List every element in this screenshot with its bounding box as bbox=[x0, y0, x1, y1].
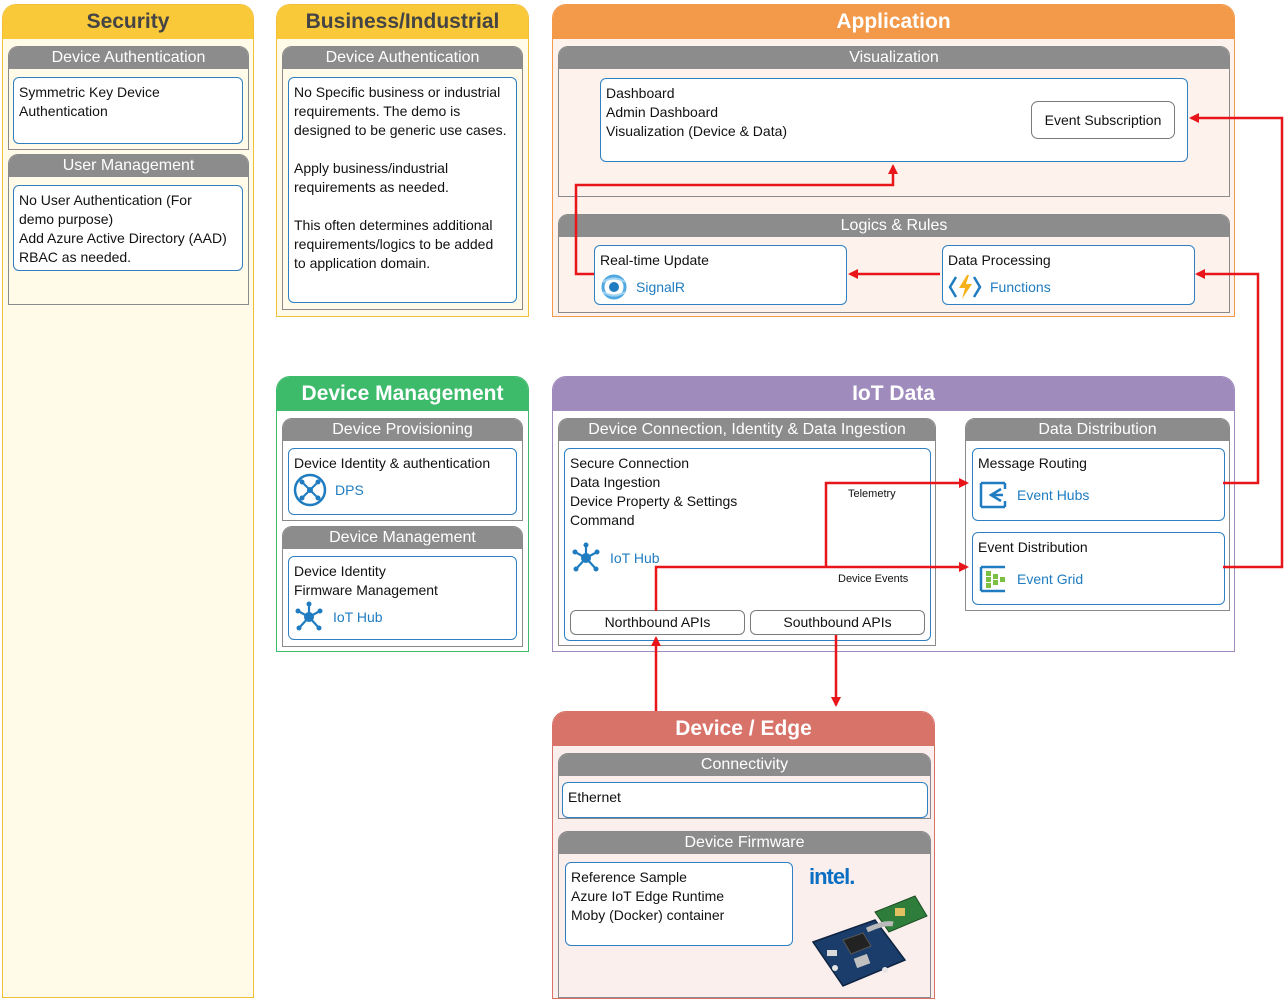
arrow-signalr-to-visualization bbox=[574, 164, 898, 276]
device-events-label: Device Events bbox=[838, 573, 909, 585]
telemetry-label: Telemetry bbox=[848, 488, 896, 500]
arrow-device-events bbox=[654, 562, 969, 611]
flow-arrows bbox=[574, 113, 1284, 711]
arrow-event-hubs-to-processing bbox=[1195, 269, 1260, 485]
arrow-event-grid-to-subscription bbox=[1189, 113, 1284, 569]
